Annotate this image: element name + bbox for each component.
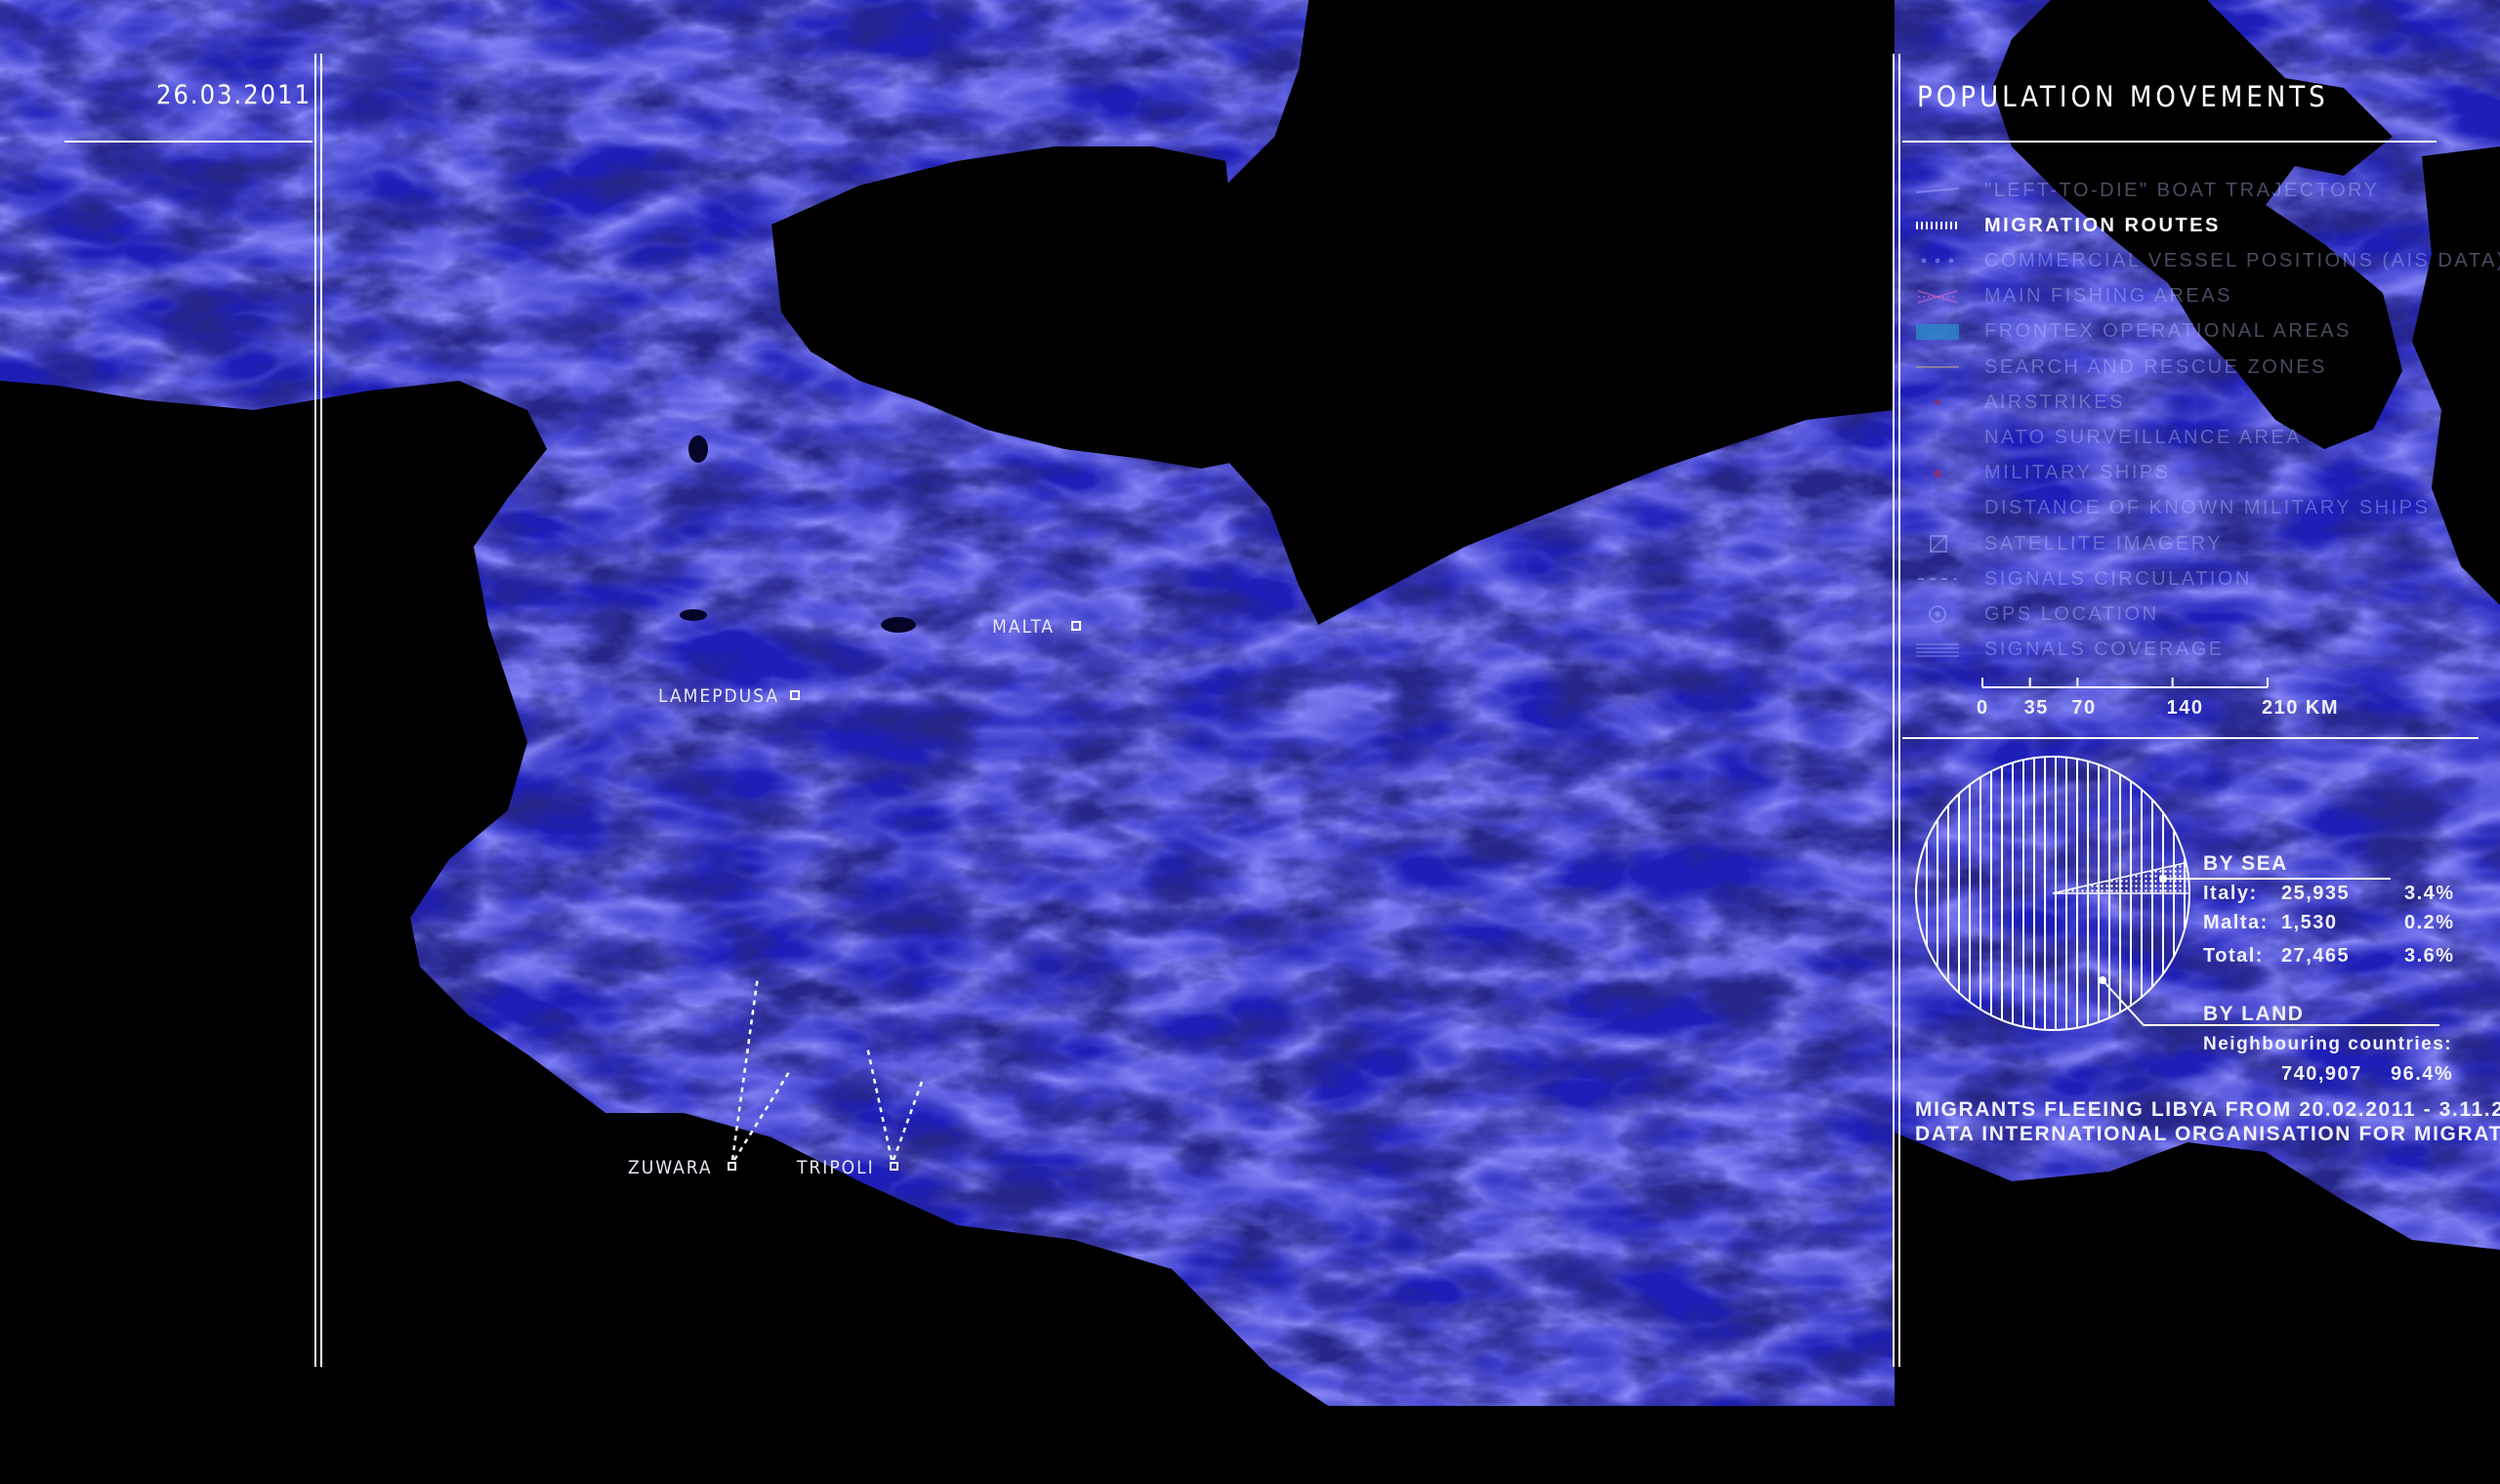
lampedusa-marker-icon[interactable]: [790, 690, 800, 700]
date-label: 26.03.2011: [156, 80, 312, 110]
legend-label: SIGNALS COVERAGE: [1984, 639, 2225, 661]
military-ship-icon: [1914, 462, 1961, 485]
dashed-route-icon: [1914, 214, 1961, 237]
scale-tick-label: 210 KM: [2262, 697, 2340, 719]
scale-tick-label: 0: [1977, 697, 1989, 719]
airstrike-icon: [1914, 391, 1961, 414]
by-sea-malta-pct: 0.2%: [2404, 912, 2455, 933]
by-sea-total-pct: 3.6%: [2404, 945, 2455, 967]
right-frame-line: [1893, 54, 1895, 1367]
by-land-title: BY LAND: [2203, 1003, 2305, 1025]
legend-label: MILITARY SHIPS: [1984, 462, 2171, 484]
left-frame-line: [314, 54, 316, 1367]
place-label-malta: MALTA: [992, 616, 1055, 638]
legend-item-6[interactable]: AIRSTRIKES: [1914, 388, 2125, 417]
legend-item-12[interactable]: GPS LOCATION: [1914, 599, 2159, 629]
legend-item-9[interactable]: DISTANCE OF KNOWN MILITARY SHIPS: [1914, 494, 2430, 523]
legend-label: GPS LOCATION: [1984, 602, 2159, 625]
by-sea-total-label: Total:: [2203, 945, 2264, 967]
frontex-area-icon: [1914, 320, 1961, 344]
malta-marker-icon[interactable]: [1071, 621, 1081, 631]
gps-target-icon: [1914, 602, 1961, 626]
legend-item-5[interactable]: SEARCH AND RESCUE ZONES: [1914, 352, 2327, 382]
left-frame-line-inner: [320, 54, 322, 1367]
signals-dash-icon: [1914, 567, 1961, 591]
legend-label: SEARCH AND RESCUE ZONES: [1984, 355, 2327, 378]
place-label-tripoli: TRIPOLI: [797, 1157, 875, 1178]
date-underline: [64, 141, 312, 143]
by-sea-malta-label: Malta:: [2203, 912, 2269, 933]
by-sea-malta-value: 1,530: [2281, 912, 2338, 933]
vessel-dots-icon: [1914, 249, 1961, 272]
map-view[interactable]: 26.03.2011 POPULATION MOVEMENTS "LEFT-TO…: [0, 0, 2500, 1484]
legend-label: NATO SURVEILLANCE AREA: [1984, 426, 2303, 448]
footnote-line-1: MIGRANTS FLEEING LIBYA FROM 20.02.2011 -…: [1915, 1098, 2500, 1121]
legend-item-3[interactable]: MAIN FISHING AREAS: [1914, 282, 2232, 311]
legend-item-0[interactable]: "LEFT-TO-DIE" BOAT TRAJECTORY: [1914, 176, 2380, 205]
sar-line-icon: [1914, 355, 1961, 379]
panel-title: POPULATION MOVEMENTS: [1917, 80, 2329, 113]
legend-label: DISTANCE OF KNOWN MILITARY SHIPS: [1984, 497, 2431, 519]
by-land-subtitle: Neighbouring countries:: [2203, 1034, 2453, 1054]
legend-item-8[interactable]: MILITARY SHIPS: [1914, 459, 2171, 488]
panel-divider: [1902, 737, 2479, 739]
legend-label: SIGNALS CIRCULATION: [1984, 567, 2252, 590]
legend-label: MIGRATION ROUTES: [1984, 214, 2221, 236]
place-label-lampedusa: LAMEPDUSA: [658, 685, 780, 707]
right-frame-line-inner: [1898, 54, 1900, 1367]
legend-item-4[interactable]: FRONTEX OPERATIONAL AREAS: [1914, 317, 2352, 347]
legend-item-10[interactable]: SATELLITE IMAGERY: [1914, 529, 2223, 558]
footnote-line-2: DATA INTERNATIONAL ORGANISATION FOR MIGR…: [1915, 1123, 2500, 1145]
panel-title-underline: [1902, 141, 2437, 143]
legend-label: AIRSTRIKES: [1984, 391, 2125, 413]
legend-item-2[interactable]: COMMERCIAL VESSEL POSITIONS (AIS DATA): [1914, 246, 2500, 275]
by-sea-title: BY SEA: [2203, 852, 2288, 875]
by-sea-italy-label: Italy:: [2203, 883, 2258, 904]
legend-label: "LEFT-TO-DIE" BOAT TRAJECTORY: [1984, 179, 2380, 201]
by-land-pct: 96.4%: [2391, 1063, 2454, 1085]
by-land-value: 740,907: [2281, 1063, 2362, 1085]
fishing-pattern-icon: [1914, 285, 1961, 309]
scale-tick-label: 35: [2023, 697, 2049, 719]
by-sea-italy-pct: 3.4%: [2404, 883, 2455, 904]
distance-icon: [1914, 497, 1961, 520]
legend-label: SATELLITE IMAGERY: [1984, 532, 2224, 555]
legend-item-13[interactable]: SIGNALS COVERAGE: [1914, 636, 2225, 665]
by-sea-italy-value: 25,935: [2281, 883, 2351, 904]
legend-item-7[interactable]: NATO SURVEILLANCE AREA: [1914, 423, 2302, 452]
tripoli-marker-icon[interactable]: [890, 1162, 898, 1171]
by-sea-total-value: 27,465: [2281, 945, 2351, 967]
legend-item-1[interactable]: MIGRATION ROUTES: [1914, 211, 2221, 240]
place-label-zuwara: ZUWARA: [628, 1157, 713, 1178]
legend-item-11[interactable]: SIGNALS CIRCULATION: [1914, 564, 2252, 594]
legend-label: FRONTEX OPERATIONAL AREAS: [1984, 320, 2352, 343]
nato-area-icon: [1914, 426, 1961, 449]
scale-tick-label: 70: [2071, 697, 2097, 719]
legend-label: MAIN FISHING AREAS: [1984, 285, 2232, 308]
scale-tick-label: 140: [2166, 697, 2204, 719]
legend-label: COMMERCIAL VESSEL POSITIONS (AIS DATA): [1984, 249, 2500, 271]
satellite-square-icon: [1914, 532, 1961, 556]
zuwara-marker-icon[interactable]: [728, 1162, 736, 1171]
trajectory-line-icon: [1914, 179, 1961, 202]
coverage-lines-icon: [1914, 639, 1961, 662]
